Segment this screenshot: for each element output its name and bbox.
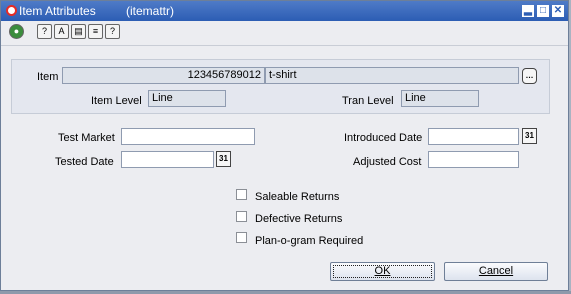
test-market-label: Test Market xyxy=(58,132,115,144)
window-title: Item Attributes xyxy=(19,4,96,18)
cancel-button-label: Cancel xyxy=(478,265,514,277)
help-icon[interactable]: ? xyxy=(105,24,120,39)
window-code: (itemattr) xyxy=(126,4,174,18)
help-query-icon[interactable]: ? xyxy=(37,24,52,39)
tested-date-label: Tested Date xyxy=(55,156,114,168)
saleable-returns-label: Saleable Returns xyxy=(255,191,340,203)
item-level-label: Item Level xyxy=(91,95,142,107)
spell-check-icon[interactable]: A xyxy=(54,24,69,39)
close-button[interactable]: ✕ xyxy=(552,5,564,17)
item-description-field: t-shirt xyxy=(265,67,519,84)
copy-icon[interactable]: ▤ xyxy=(71,24,86,39)
minimize-button[interactable]: ▂ xyxy=(522,5,534,17)
cancel-button[interactable]: Cancel xyxy=(444,262,548,281)
item-label: Item xyxy=(37,71,59,83)
tested-date-input[interactable] xyxy=(121,151,214,168)
tran-level-label: Tran Level xyxy=(342,95,394,107)
defective-returns-label: Defective Returns xyxy=(255,213,343,225)
toolbar-divider xyxy=(1,45,568,46)
saleable-returns-checkbox[interactable] xyxy=(236,189,247,200)
plan-o-gram-checkbox[interactable] xyxy=(236,232,247,243)
test-market-input[interactable] xyxy=(121,128,255,145)
globe-icon[interactable]: ● xyxy=(9,24,24,39)
maximize-button[interactable]: □ xyxy=(537,5,549,17)
ok-button[interactable]: OK xyxy=(330,262,435,281)
adjusted-cost-label: Adjusted Cost xyxy=(353,156,422,168)
oracle-logo-icon xyxy=(6,5,17,16)
introduced-date-label: Introduced Date xyxy=(344,132,423,144)
introduced-date-input[interactable] xyxy=(428,128,519,145)
comment-icon[interactable]: … xyxy=(522,68,537,84)
item-attributes-window: Item Attributes (itemattr) ▂ □ ✕ ● ? A ▤… xyxy=(0,0,569,291)
item-number-field: 123456789012 xyxy=(62,67,265,84)
ok-button-label: OK xyxy=(374,265,391,277)
tran-level-field: Line xyxy=(401,90,479,107)
calendar-icon[interactable]: 31 xyxy=(522,128,537,144)
toolbar: ● ? A ▤ ≡ ? xyxy=(1,21,568,43)
title-bar: Item Attributes (itemattr) ▂ □ ✕ xyxy=(1,1,568,21)
plan-o-gram-label: Plan-o-gram Required xyxy=(255,235,364,247)
adjusted-cost-input[interactable] xyxy=(428,151,519,168)
notes-icon[interactable]: ≡ xyxy=(88,24,103,39)
calendar-icon[interactable]: 31 xyxy=(216,151,231,167)
defective-returns-checkbox[interactable] xyxy=(236,211,247,222)
item-level-field: Line xyxy=(148,90,226,107)
